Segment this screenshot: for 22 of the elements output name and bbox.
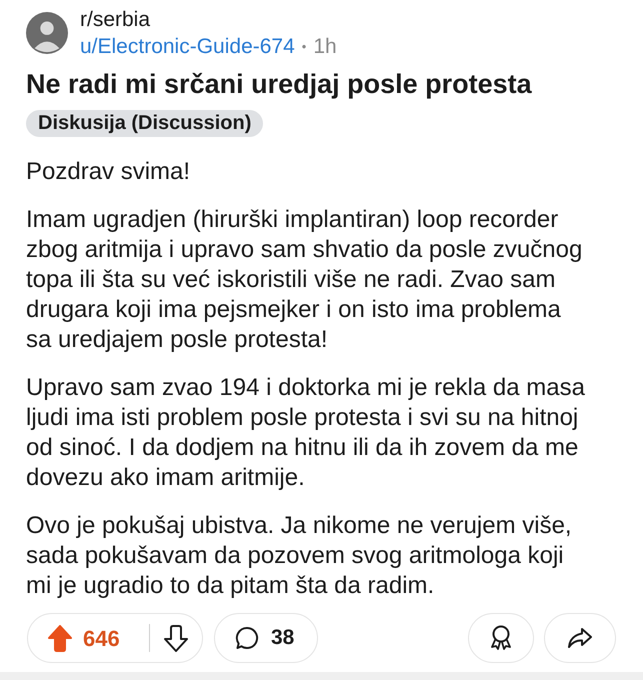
comments-button[interactable]: 38	[214, 613, 318, 663]
upvote-arrow-icon	[48, 624, 72, 652]
body-paragraph: Ovo je pokušaj ubistva. Ja nikome ne verujem više, sada pokušavam da pozovem svog aritmologa koji mi je ugradio to da pitam šta da radim.	[26, 511, 573, 601]
body-paragraph: Imam ugradjen (hirurški implantiran) loop recorder zbog aritmija i upravo sam shvatio da posle zvučnog topa ili šta su već iskoristili više ne radi. Zvao sam drugara koji ima pejsmejker i on isto ima problema sa uredjajem posle protesta!	[26, 205, 584, 355]
downvote-arrow-icon	[164, 624, 188, 652]
upvote-button[interactable]	[48, 624, 72, 652]
share-button[interactable]	[544, 613, 616, 663]
avatar-icon	[26, 12, 68, 54]
vote-score: 646	[83, 624, 120, 652]
share-arrow-icon	[567, 627, 593, 649]
separator-dot: •	[302, 38, 306, 56]
post-age: 1h	[313, 34, 337, 60]
flair-tag[interactable]: Diskusija (Discussion)	[26, 110, 264, 137]
body-paragraph: Upravo sam zvao 194 i doktorka mi je rekla da masa ljudi ima isti problem posle protesta i svi su na hitnoj od sinoć. I da dodjem na hitnu ili da ih zovem da me dovezu ako imam aritmije.	[26, 373, 586, 493]
downvote-button[interactable]	[164, 624, 188, 652]
award-icon	[490, 625, 512, 651]
body-paragraph: Pozdrav svima!	[26, 157, 192, 187]
author-link[interactable]: u/Electronic-Guide-674	[80, 33, 295, 60]
subreddit-name[interactable]: r/serbia	[80, 6, 337, 33]
award-button[interactable]	[468, 613, 534, 663]
comment-bubble-icon	[235, 626, 259, 650]
post-title: Ne radi mi srčani uredjaj posle protesta	[26, 68, 533, 100]
